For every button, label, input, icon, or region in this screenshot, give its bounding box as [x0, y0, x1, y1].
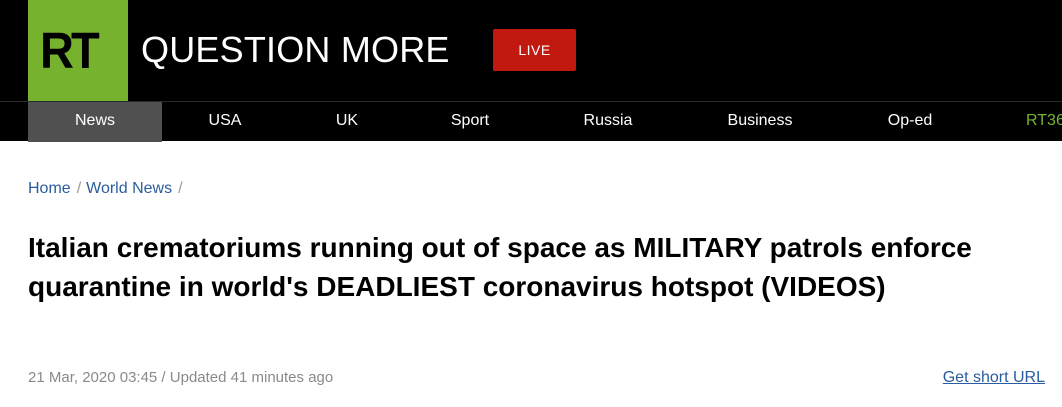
logo-text: RT [40, 21, 100, 79]
breadcrumb: Home / World News / [28, 179, 188, 199]
nav-item-business[interactable]: Business [690, 102, 830, 142]
nav-item-uk[interactable]: UK [288, 102, 406, 142]
rt-logo[interactable]: RT [28, 0, 128, 101]
breadcrumb-world-news[interactable]: World News [86, 180, 172, 197]
main-nav: News USA UK Sport Russia Business Op-ed … [0, 101, 1062, 142]
breadcrumb-separator: / [178, 180, 183, 197]
article-dateline: 21 Mar, 2020 03:45 / Updated 41 minutes … [28, 369, 334, 386]
nav-item-usa[interactable]: USA [162, 102, 288, 142]
breadcrumb-separator: / [76, 180, 82, 197]
live-button[interactable]: LIVE [493, 29, 576, 71]
nav-item-russia[interactable]: Russia [544, 102, 672, 142]
site-header: RT QUESTION MORE LIVE [0, 0, 1062, 101]
nav-item-op-ed[interactable]: Op-ed [846, 102, 974, 142]
article-headline: Italian crematoriums running out of spac… [28, 232, 972, 302]
nav-item-rt360[interactable]: RT360 [1026, 102, 1062, 142]
site-tagline: QUESTION MORE [141, 29, 450, 70]
nav-item-news[interactable]: News [28, 102, 162, 142]
nav-item-sport[interactable]: Sport [406, 102, 534, 142]
get-short-url-link[interactable]: Get short URL [943, 368, 1045, 388]
breadcrumb-home[interactable]: Home [28, 180, 71, 197]
